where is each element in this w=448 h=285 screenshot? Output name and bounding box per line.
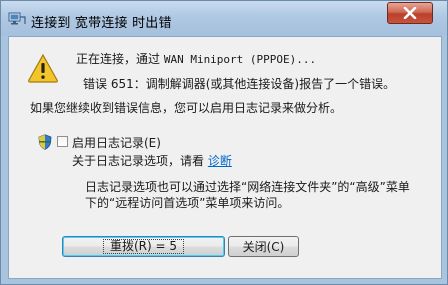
dialog-content: 正在连接，通过 WAN Miniport (PPPOE)... 错误 651：调… — [8, 36, 442, 279]
close-window-button[interactable] — [387, 2, 433, 24]
close-icon — [403, 7, 417, 19]
logging-note-line-2: 下的“远程访问首选项”菜单项来访问。 — [85, 196, 290, 210]
enable-logging-checkbox[interactable] — [57, 136, 68, 147]
connecting-prefix: 正在连接，通过 — [76, 52, 164, 66]
window-title: 连接到 宽带连接 时出错 — [31, 16, 172, 31]
close-button-label: 关闭(C) — [242, 240, 285, 254]
logging-note-line-1: 日志记录选项也可以通过选择“网络连接文件夹”的“高级”菜单 — [85, 180, 410, 194]
uac-shield-icon — [38, 134, 52, 150]
advice-message: 如果您继续收到错误信息，您可以启用日志记录来做分析。 — [30, 101, 343, 115]
redial-button[interactable]: 重拨(R) = 5 — [62, 236, 225, 257]
diagnose-link[interactable]: 诊断 — [208, 154, 232, 168]
connecting-status-line: 正在连接，通过 WAN Miniport (PPPOE)... — [76, 50, 316, 67]
error-dialog-window: 连接到 宽带连接 时出错 正在连接，通过 WAN Miniport (PPPOE… — [0, 0, 448, 285]
enable-logging-label[interactable]: 启用日志记录(E) — [72, 134, 161, 151]
logging-info-line: 关于日志记录选项，请看 诊断 — [72, 152, 232, 169]
connecting-device: WAN Miniport (PPPOE)... — [163, 53, 317, 66]
title-bar[interactable]: 连接到 宽带连接 时出错 — [1, 1, 447, 36]
error-message: 错误 651：调制解调器(或其他连接设备)报告了一个错误。 — [83, 77, 396, 91]
redial-button-label: 重拨(R) = 5 — [102, 239, 185, 254]
network-connection-icon — [8, 12, 26, 25]
close-button[interactable]: 关闭(C) — [228, 236, 299, 257]
warning-icon — [28, 53, 58, 83]
logging-info-prefix: 关于日志记录选项，请看 — [72, 154, 208, 168]
